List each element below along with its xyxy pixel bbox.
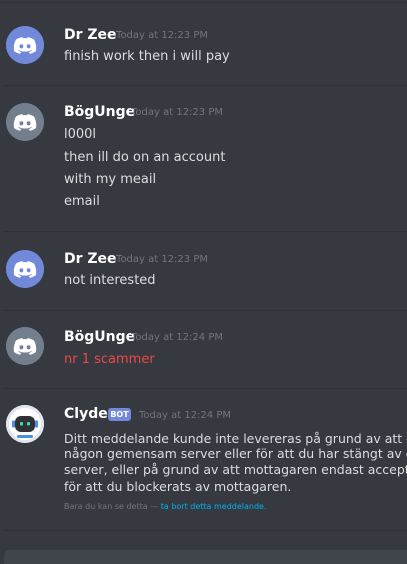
bot-badge: BOT: [108, 408, 131, 421]
clyde-bot-icon: [6, 405, 44, 443]
dismiss-message-link[interactable]: ta bort detta meddelande.: [161, 502, 267, 511]
message-text: för att du blockerats av mottagaren.: [64, 479, 292, 494]
message-divider: [4, 530, 407, 531]
chat-messages: Dr Zee Today at 12:23 PM finish work the…: [0, 0, 407, 564]
message-divider: [4, 388, 407, 389]
message-author[interactable]: Dr Zee: [64, 251, 117, 267]
message-timestamp: Today at 12:24 PM: [131, 332, 223, 343]
message-text: server, eller på grund av att mottagaren…: [64, 462, 407, 477]
avatar[interactable]: [6, 405, 44, 443]
message-timestamp: Today at 12:23 PM: [116, 30, 208, 41]
avatar[interactable]: [6, 327, 44, 365]
message-text: with my meail: [64, 172, 157, 187]
message-text: finish work then i will pay: [64, 49, 230, 64]
message-author[interactable]: Clyde: [64, 406, 108, 422]
message-text: l000l: [64, 127, 97, 142]
message-divider: [4, 85, 407, 86]
discord-logo-icon: [6, 250, 44, 288]
message-text: not interested: [64, 273, 156, 288]
message-timestamp: Today at 12:23 PM: [116, 254, 208, 265]
discord-logo-icon: [6, 327, 44, 365]
ephemeral-note: Bara du kan se detta — ta bort detta med…: [64, 502, 267, 511]
message-author[interactable]: BögUnge: [64, 329, 135, 345]
message-timestamp: Today at 12:24 PM: [139, 410, 231, 421]
avatar[interactable]: [6, 250, 44, 288]
ephemeral-note-text: Bara du kan se detta —: [64, 502, 159, 511]
message-timestamp: Today at 12:23 PM: [131, 107, 223, 118]
message-author[interactable]: BögUnge: [64, 104, 135, 120]
message-text: någon gemensam server eller för att du h…: [64, 446, 407, 461]
message-text: then ill do on an account: [64, 150, 226, 165]
message-text: email: [64, 194, 100, 209]
discord-logo-icon: [6, 103, 44, 141]
message-text: Ditt meddelande kunde inte levereras på …: [64, 431, 407, 446]
avatar[interactable]: [6, 26, 44, 64]
avatar[interactable]: [6, 103, 44, 141]
message-divider: [0, 2, 407, 3]
message-divider: [4, 310, 407, 311]
message-author[interactable]: Dr Zee: [64, 27, 117, 43]
message-text: nr 1 scammer: [64, 352, 155, 367]
discord-logo-icon: [6, 26, 44, 64]
message-input[interactable]: [4, 550, 407, 564]
message-divider: [4, 231, 407, 232]
